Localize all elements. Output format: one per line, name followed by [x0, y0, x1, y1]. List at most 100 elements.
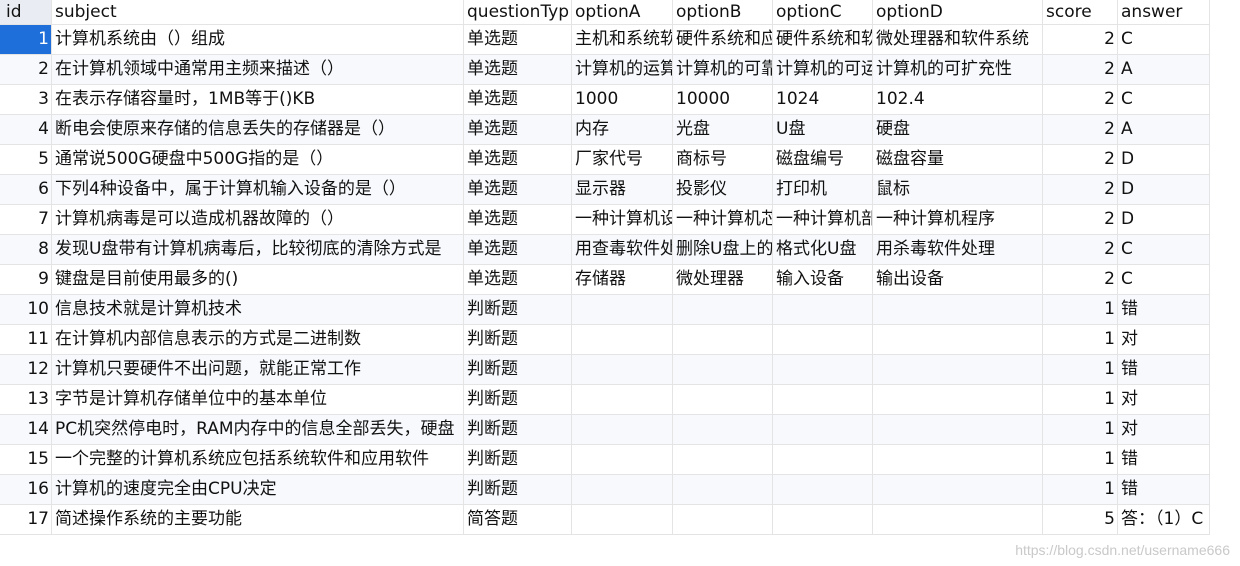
cell-subject[interactable]: 通常说500G硬盘中500G指的是（） — [52, 145, 464, 174]
cell-option-c[interactable]: 计算机的可运行性 — [773, 55, 873, 84]
table-row[interactable]: 14 PC机突然停电时，RAM内存中的信息全部丢失，硬盘 判断题 1 对 — [0, 415, 1210, 445]
cell-option-c[interactable]: 输入设备 — [773, 265, 873, 294]
table-row[interactable]: 8发现U盘带有计算机病毒后，比较彻底的清除方式是单选题用查毒软件处理删除U盘上的… — [0, 235, 1210, 265]
table-row[interactable]: 5 通常说500G硬盘中500G指的是（） 单选题 厂家代号 商标号 磁盘编号 磁盘容量 2 D — [0, 145, 1210, 175]
cell-option-a[interactable]: 计算机的运算速度 — [572, 55, 673, 84]
column-header-question-type[interactable]: questionTyp — [464, 0, 572, 24]
cell-option-c[interactable] — [773, 475, 873, 504]
cell-id[interactable]: 7 — [0, 205, 52, 234]
cell-option-d[interactable]: 微处理器和软件系统 — [873, 25, 1043, 54]
cell-question-type[interactable]: 单选题 — [464, 115, 572, 144]
cell-option-a[interactable] — [572, 505, 673, 534]
cell-answer[interactable]: A — [1118, 115, 1210, 144]
cell-option-a[interactable]: 厂家代号 — [572, 145, 673, 174]
cell-question-type[interactable]: 单选题 — [464, 25, 572, 54]
cell-option-a[interactable] — [572, 355, 673, 384]
cell-option-d[interactable]: 鼠标 — [873, 175, 1043, 204]
cell-question-type[interactable]: 判断题 — [464, 385, 572, 414]
cell-option-d[interactable] — [873, 505, 1043, 534]
table-row[interactable]: 10 信息技术就是计算机技术 判断题 1 错 — [0, 295, 1210, 325]
cell-option-c[interactable] — [773, 445, 873, 474]
cell-option-b[interactable] — [673, 325, 773, 354]
cell-option-a[interactable] — [572, 325, 673, 354]
cell-id[interactable]: 14 — [0, 415, 52, 444]
cell-score[interactable]: 1 — [1043, 415, 1118, 444]
cell-answer[interactable]: D — [1118, 145, 1210, 174]
cell-subject[interactable]: 信息技术就是计算机技术 — [52, 295, 464, 324]
table-row[interactable]: 15 一个完整的计算机系统应包括系统软件和应用软件 判断题 1 错 — [0, 445, 1210, 475]
table-row[interactable]: 13 字节是计算机存储单位中的基本单位 判断题 1 对 — [0, 385, 1210, 415]
cell-score[interactable]: 2 — [1043, 115, 1118, 144]
cell-id[interactable]: 1 — [0, 25, 52, 54]
cell-option-d[interactable]: 102.4 — [873, 85, 1043, 114]
cell-score[interactable]: 5 — [1043, 505, 1118, 534]
cell-option-b[interactable]: 一种计算机芯片 — [673, 205, 773, 234]
cell-subject[interactable]: 断电会使原来存储的信息丢失的存储器是（） — [52, 115, 464, 144]
column-header-answer[interactable]: answer — [1118, 0, 1210, 24]
cell-option-a[interactable] — [572, 295, 673, 324]
cell-id[interactable]: 12 — [0, 355, 52, 384]
cell-id[interactable]: 2 — [0, 55, 52, 84]
cell-answer[interactable]: 对 — [1118, 325, 1210, 354]
cell-answer[interactable]: 对 — [1118, 385, 1210, 414]
cell-option-a[interactable]: 显示器 — [572, 175, 673, 204]
cell-score[interactable]: 2 — [1043, 145, 1118, 174]
cell-id[interactable]: 11 — [0, 325, 52, 354]
cell-answer[interactable]: A — [1118, 55, 1210, 84]
cell-score[interactable]: 1 — [1043, 445, 1118, 474]
cell-answer[interactable]: 错 — [1118, 295, 1210, 324]
cell-score[interactable]: 2 — [1043, 55, 1118, 84]
cell-option-d[interactable]: 磁盘容量 — [873, 145, 1043, 174]
cell-answer[interactable]: 错 — [1118, 355, 1210, 384]
cell-option-b[interactable] — [673, 385, 773, 414]
cell-answer[interactable]: C — [1118, 25, 1210, 54]
cell-id[interactable]: 4 — [0, 115, 52, 144]
cell-option-d[interactable]: 硬盘 — [873, 115, 1043, 144]
table-row[interactable]: 12 计算机只要硬件不出问题，就能正常工作 判断题 1 错 — [0, 355, 1210, 385]
column-header-subject[interactable]: subject — [52, 0, 464, 24]
cell-subject[interactable]: 发现U盘带有计算机病毒后，比较彻底的清除方式是 — [52, 235, 464, 264]
cell-option-b[interactable] — [673, 475, 773, 504]
cell-answer[interactable]: D — [1118, 175, 1210, 204]
table-row[interactable]: 3 在表示存储容量时，1MB等于()KB 单选题 1000 10000 1024 102.4… — [0, 85, 1210, 115]
cell-option-b[interactable] — [673, 295, 773, 324]
cell-subject[interactable]: 下列4种设备中，属于计算机输入设备的是（） — [52, 175, 464, 204]
cell-question-type[interactable]: 单选题 — [464, 265, 572, 294]
cell-subject[interactable]: 计算机系统由（）组成 — [52, 25, 464, 54]
cell-subject[interactable]: 计算机病毒是可以造成机器故障的（） — [52, 205, 464, 234]
cell-answer[interactable]: 错 — [1118, 445, 1210, 474]
cell-option-b[interactable] — [673, 445, 773, 474]
table-row[interactable]: 7计算机病毒是可以造成机器故障的（）单选题一种计算机设备一种计算机芯片一种计算机… — [0, 205, 1210, 235]
column-header-score[interactable]: score — [1043, 0, 1118, 24]
cell-question-type[interactable]: 判断题 — [464, 415, 572, 444]
cell-question-type[interactable]: 单选题 — [464, 175, 572, 204]
cell-answer[interactable]: C — [1118, 85, 1210, 114]
cell-id[interactable]: 5 — [0, 145, 52, 174]
cell-score[interactable]: 1 — [1043, 355, 1118, 384]
cell-answer[interactable]: C — [1118, 235, 1210, 264]
cell-question-type[interactable]: 单选题 — [464, 145, 572, 174]
table-row[interactable]: 4 断电会使原来存储的信息丢失的存储器是（） 单选题 内存 光盘 U盘 硬盘 2 A — [0, 115, 1210, 145]
cell-option-a[interactable]: 一种计算机设备 — [572, 205, 673, 234]
cell-option-b[interactable] — [673, 505, 773, 534]
cell-option-c[interactable] — [773, 415, 873, 444]
table-row[interactable]: 6 下列4种设备中，属于计算机输入设备的是（） 单选题 显示器 投影仪 打印机 鼠标 2 D — [0, 175, 1210, 205]
cell-id[interactable]: 16 — [0, 475, 52, 504]
cell-question-type[interactable]: 判断题 — [464, 325, 572, 354]
cell-id[interactable]: 15 — [0, 445, 52, 474]
cell-score[interactable]: 2 — [1043, 205, 1118, 234]
cell-option-c[interactable]: 格式化U盘 — [773, 235, 873, 264]
cell-option-d[interactable] — [873, 445, 1043, 474]
cell-answer[interactable]: 错 — [1118, 475, 1210, 504]
cell-option-c[interactable]: U盘 — [773, 115, 873, 144]
cell-score[interactable]: 2 — [1043, 175, 1118, 204]
column-header-id[interactable]: id — [0, 0, 52, 24]
cell-option-a[interactable] — [572, 385, 673, 414]
table-row[interactable]: 2在计算机领域中通常用主频来描述（）单选题计算机的运算速度计算机的可靠性计算机的… — [0, 55, 1210, 85]
table-row[interactable]: 9 键盘是目前使用最多的() 单选题 存储器 微处理器 输入设备 输出设备 2 C — [0, 265, 1210, 295]
column-header-option-b[interactable]: optionB — [673, 0, 773, 24]
cell-subject[interactable]: PC机突然停电时，RAM内存中的信息全部丢失，硬盘 — [52, 415, 464, 444]
cell-answer[interactable]: 答：（1）C — [1118, 505, 1210, 534]
cell-option-a[interactable]: 内存 — [572, 115, 673, 144]
cell-score[interactable]: 2 — [1043, 25, 1118, 54]
